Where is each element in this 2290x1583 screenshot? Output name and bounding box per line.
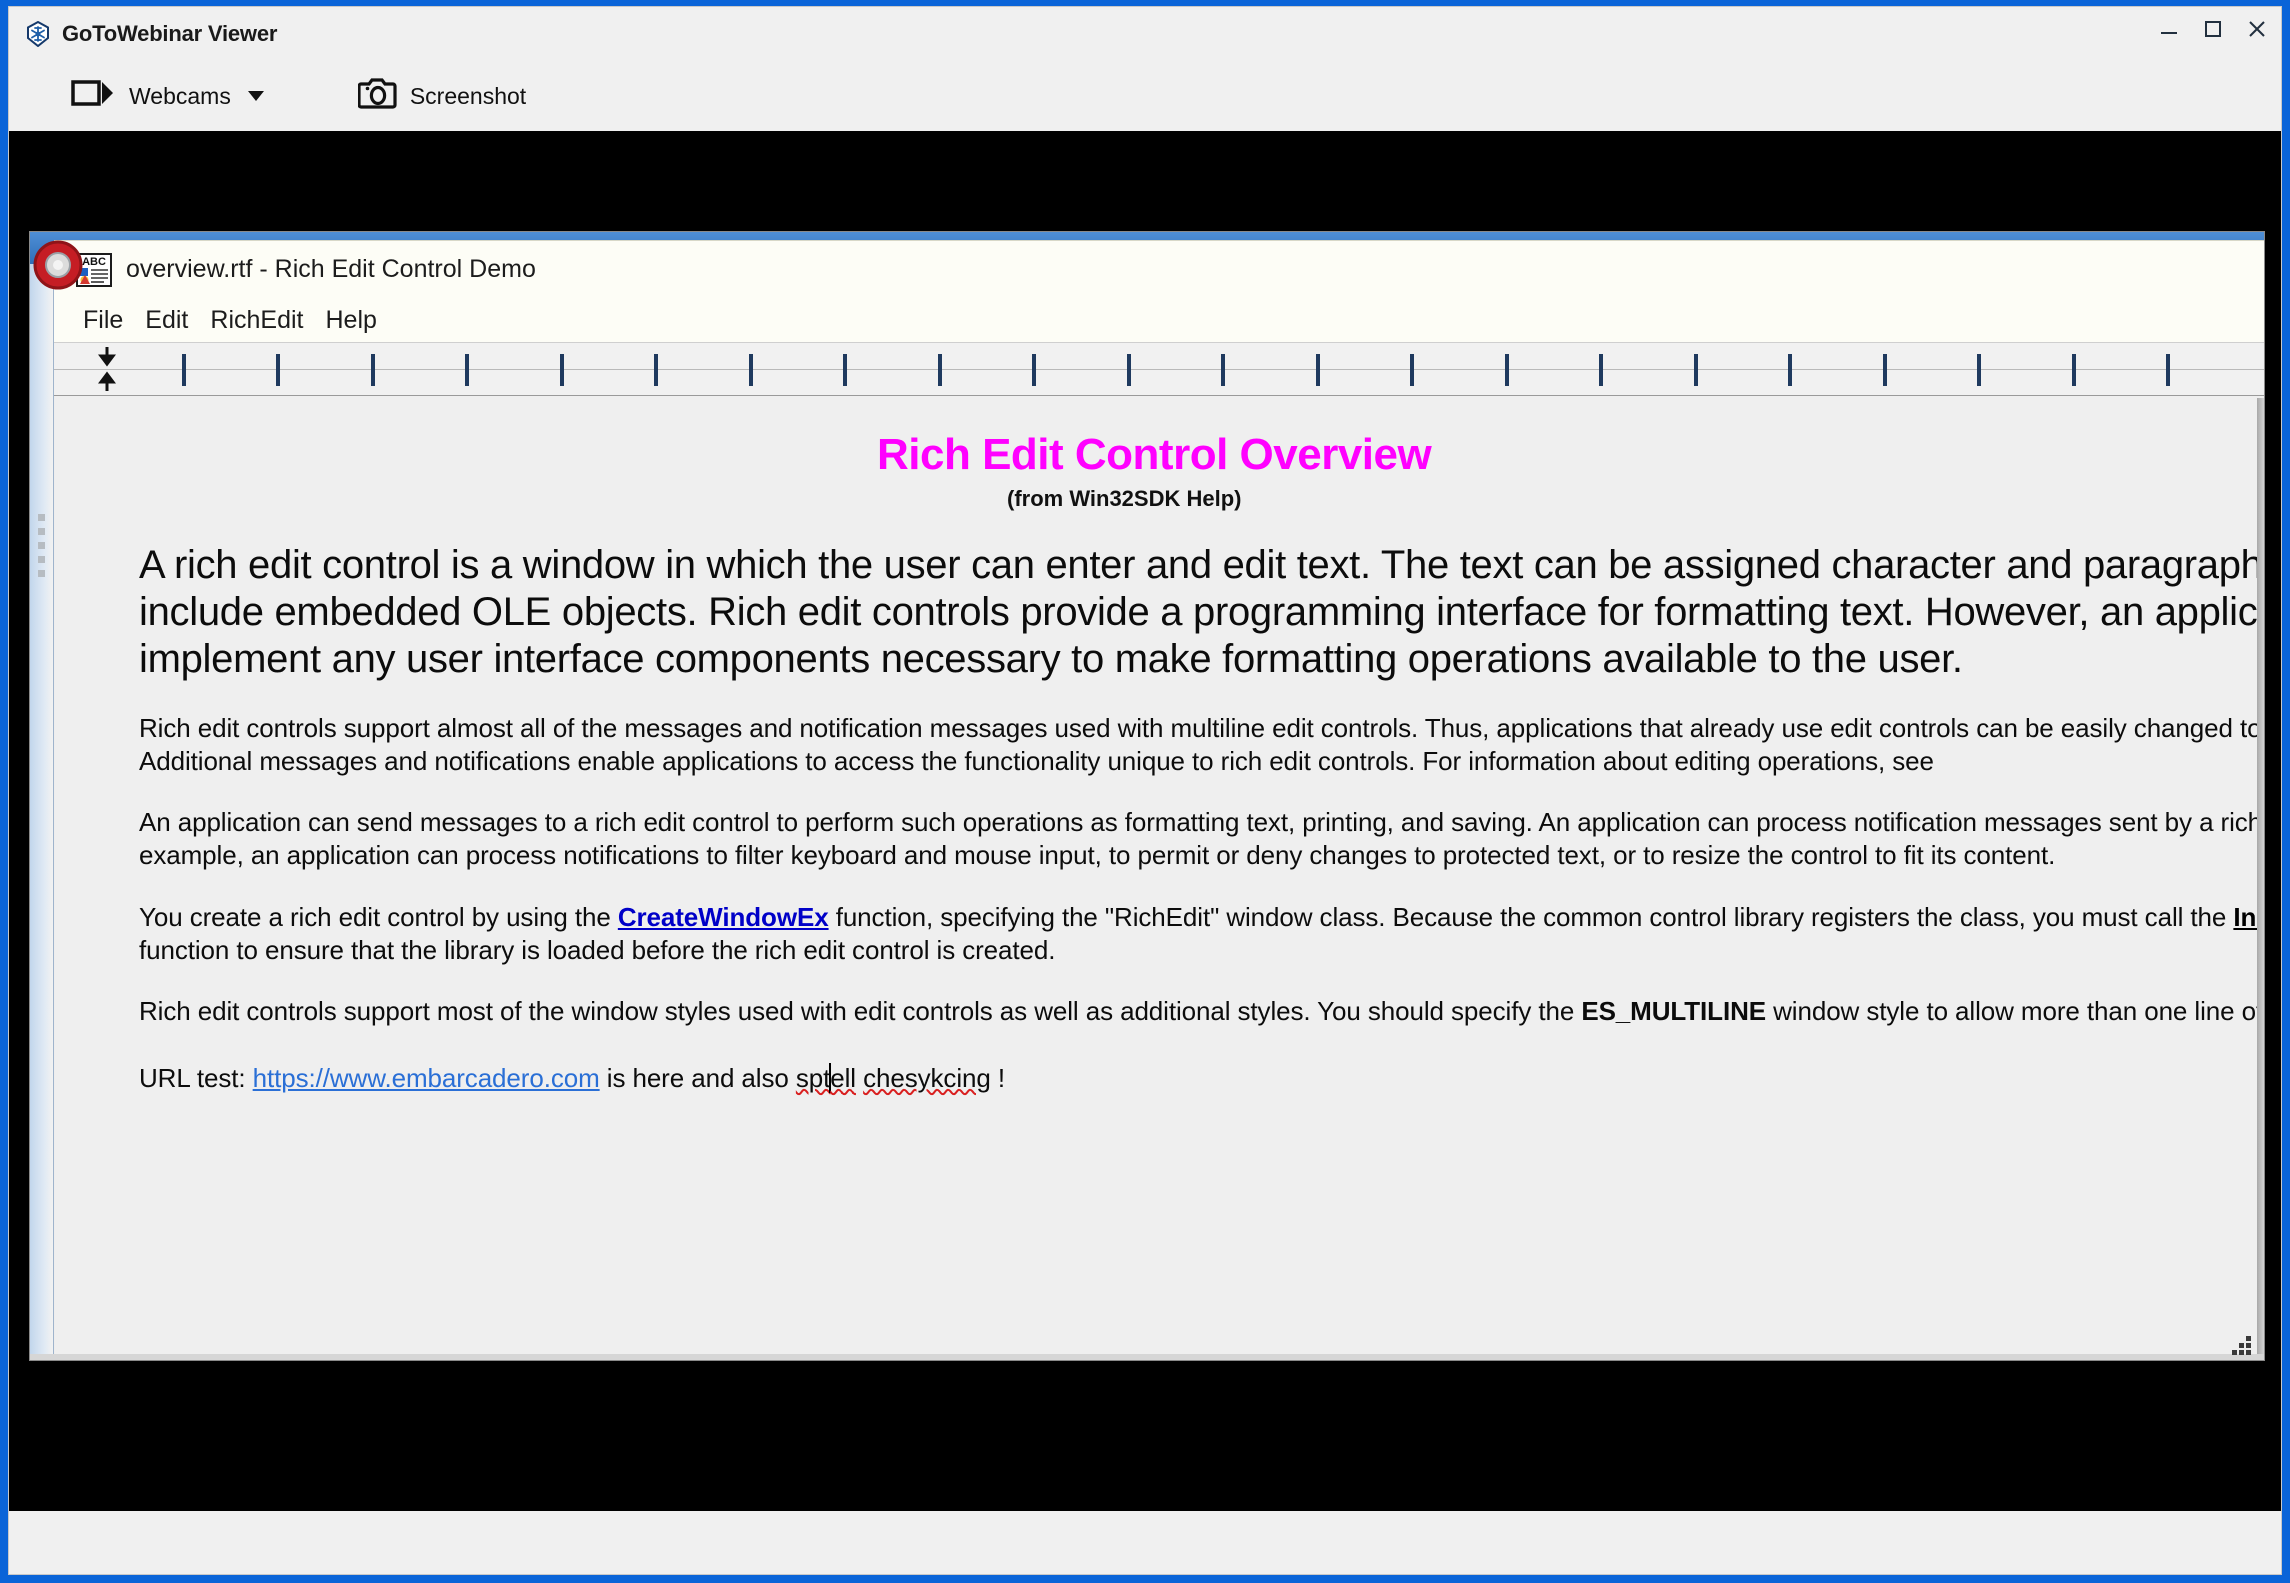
ruler-tick bbox=[938, 354, 942, 386]
ruler-tick bbox=[276, 354, 280, 386]
paragraph-text: window style to allow more than one line… bbox=[1773, 996, 2264, 1027]
ruler-tick bbox=[2072, 354, 2076, 386]
chevron-down-icon[interactable] bbox=[247, 91, 264, 101]
createwindowex-link[interactable]: CreateWindowEx bbox=[618, 902, 829, 932]
paragraph-text: Rich edit controls support most of the w… bbox=[139, 996, 1582, 1027]
screenshot-button[interactable]: Screenshot bbox=[344, 70, 540, 122]
paragraph-messages: Rich edit controls support almost all of… bbox=[139, 712, 2264, 779]
webcams-button[interactable]: Webcams bbox=[57, 70, 278, 122]
misspelled-word-sptell[interactable]: sptell bbox=[796, 1063, 856, 1094]
app-frame: GoToWebinar Viewer Webcams Screenshot AB… bbox=[8, 6, 2282, 1575]
ruler-tick bbox=[1127, 354, 1131, 386]
ruler-tick bbox=[182, 354, 186, 386]
resize-grip[interactable] bbox=[2232, 1336, 2258, 1355]
paragraph-text: An application can send messages to a ri… bbox=[139, 807, 2264, 871]
inner-window-right-edge[interactable] bbox=[2257, 398, 2264, 1360]
ruler-tick bbox=[1221, 354, 1225, 386]
text-caret bbox=[829, 1063, 832, 1094]
es-multiline-keyword: ES_MULTILINE bbox=[1581, 996, 1766, 1027]
paragraph-text: function to ensure that the library is l… bbox=[139, 934, 1056, 965]
url-test-label: URL test: bbox=[139, 1063, 253, 1094]
document-heading: Rich Edit Control Overview bbox=[877, 430, 1432, 479]
menu-help[interactable]: Help bbox=[318, 306, 383, 335]
gotowebinar-viewer-window: GoToWebinar Viewer Webcams Screenshot AB… bbox=[0, 0, 2290, 1583]
ruler-tick bbox=[560, 354, 564, 386]
inner-titlebar: ABC overview.rtf - Rich Edit Control Dem… bbox=[54, 240, 2264, 298]
paragraph-create: You create a rich edit control by using … bbox=[139, 901, 2264, 968]
ruler-tick bbox=[1410, 354, 1414, 386]
no-entry-icon bbox=[32, 238, 84, 292]
ruler-tick bbox=[1599, 354, 1603, 386]
ruler-tick bbox=[1032, 354, 1036, 386]
menu-file[interactable]: File bbox=[76, 306, 130, 335]
window-controls bbox=[2155, 15, 2271, 43]
document-content: Rich Edit Control Overview (from Win32SD… bbox=[55, 396, 2264, 1096]
paragraph-styles: Rich edit controls support most of the w… bbox=[139, 995, 2264, 1028]
misspelled-word-chesykcing[interactable]: chesykcing bbox=[863, 1063, 991, 1093]
ruler-tick bbox=[1694, 354, 1698, 386]
ruler-baseline bbox=[54, 369, 2264, 370]
lead-paragraph-text: A rich edit control is a window in which… bbox=[139, 543, 2264, 682]
webcams-label: Webcams bbox=[129, 82, 231, 109]
ruler-tick bbox=[1788, 354, 1792, 386]
ruler-tick bbox=[749, 354, 753, 386]
embarcadero-url-link[interactable]: https://www.embarcadero.com bbox=[253, 1063, 600, 1093]
gotowebinar-logo-icon bbox=[25, 20, 51, 48]
camera-icon bbox=[357, 76, 398, 116]
paragraph-application: An application can send messages to a ri… bbox=[139, 806, 2264, 873]
paragraph-text: ! bbox=[990, 1063, 1005, 1094]
rich-edit-demo-window: ABC overview.rtf - Rich Edit Control Dem… bbox=[29, 231, 2265, 1361]
paragraph-text: function, specifying the "RichEdit" wind… bbox=[828, 901, 2234, 932]
close-button[interactable] bbox=[2243, 15, 2271, 43]
rich-edit-document-area[interactable]: Rich Edit Control Overview (from Win32SD… bbox=[55, 396, 2264, 1360]
ruler-tick bbox=[465, 354, 469, 386]
paragraph-text: You create a rich edit control by using … bbox=[139, 901, 618, 932]
maximize-button[interactable] bbox=[2199, 15, 2227, 43]
webcam-icon bbox=[71, 77, 117, 115]
ruler-tick bbox=[1977, 354, 1981, 386]
app-title: GoToWebinar Viewer bbox=[62, 21, 278, 46]
svg-text:ABC: ABC bbox=[82, 256, 106, 268]
minimize-button[interactable] bbox=[2155, 15, 2183, 43]
paragraph-text: Rich edit controls support almost all of… bbox=[139, 712, 2264, 776]
paragraph-text: is here and also bbox=[599, 1063, 796, 1094]
ruler-tick bbox=[2166, 354, 2170, 386]
inner-menubar: File Edit RichEdit Help bbox=[54, 298, 2264, 342]
grip-dots-icon bbox=[38, 514, 46, 584]
inner-window-bottom-edge bbox=[30, 1354, 2264, 1360]
titlebar: GoToWebinar Viewer bbox=[9, 7, 2281, 61]
toolbar: Webcams Screenshot bbox=[9, 61, 2281, 131]
ruler-tick bbox=[1505, 354, 1509, 386]
paragraph-url-test: URL test: https://www.embarcadero.com is… bbox=[139, 1062, 2264, 1095]
menu-edit[interactable]: Edit bbox=[138, 306, 195, 335]
ruler-tick bbox=[371, 354, 375, 386]
inner-window-title: overview.rtf - Rich Edit Control Demo bbox=[126, 255, 536, 283]
ruler-tick bbox=[1883, 354, 1887, 386]
ruler-tick bbox=[1316, 354, 1320, 386]
screenshot-label: Screenshot bbox=[409, 82, 527, 109]
ruler[interactable] bbox=[54, 342, 2264, 396]
document-subheading: (from Win32SDK Help) bbox=[1007, 486, 1242, 511]
shared-screen-stage: ABC overview.rtf - Rich Edit Control Dem… bbox=[9, 131, 2281, 1511]
lead-paragraph: A rich edit control is a window in which… bbox=[139, 542, 2264, 684]
indent-markers[interactable] bbox=[90, 345, 124, 395]
menu-richedit[interactable]: RichEdit bbox=[203, 306, 310, 335]
ruler-tick bbox=[843, 354, 847, 386]
ruler-tick bbox=[654, 354, 658, 386]
inner-window-left-strip bbox=[30, 264, 54, 1360]
